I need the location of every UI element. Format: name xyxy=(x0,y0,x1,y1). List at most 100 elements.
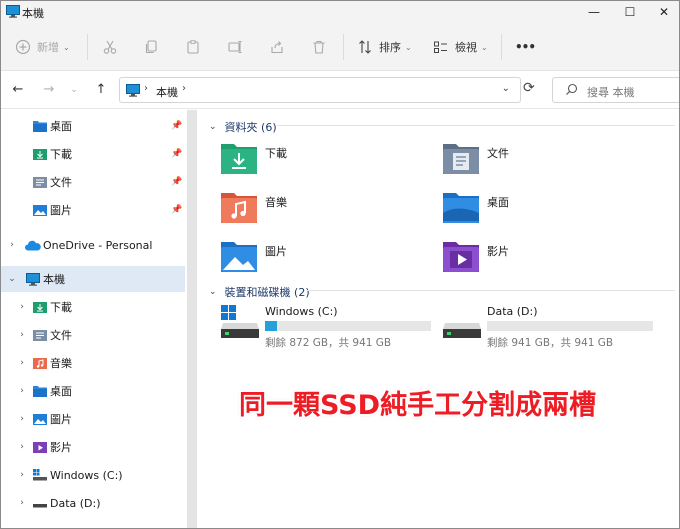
sidebar-item-desktop[interactable]: › 桌面 xyxy=(1,378,185,404)
this-pc-icon xyxy=(126,84,140,97)
pin-icon[interactable]: 📌 xyxy=(171,205,182,215)
expand-chevron-icon[interactable]: › xyxy=(17,442,27,452)
drive-tile-c[interactable]: Windows (C:) 剩餘 872 GB，共 941 GB xyxy=(221,305,441,365)
close-button[interactable]: ✕ xyxy=(653,1,675,23)
expand-chevron-icon[interactable]: › xyxy=(17,302,27,312)
desktop-folder-icon xyxy=(33,121,47,132)
pin-icon[interactable]: 📌 xyxy=(171,177,182,187)
collapse-chevron-icon[interactable]: ⌄ xyxy=(209,122,217,132)
folder-tile-music[interactable]: 音樂 xyxy=(221,191,421,231)
sidebar-item-desktop[interactable]: 桌面 📌 xyxy=(1,113,185,139)
pin-icon[interactable]: 📌 xyxy=(171,121,182,131)
up-arrow-icon[interactable]: ↑ xyxy=(92,81,110,99)
delete-button[interactable] xyxy=(311,37,327,57)
scissors-icon xyxy=(103,40,117,54)
new-label: 新增 xyxy=(37,41,59,54)
toolbar-divider xyxy=(343,34,344,60)
sidebar-item-pictures[interactable]: › 圖片 xyxy=(1,406,185,432)
sidebar-item-drive-d[interactable]: › Data (D:) xyxy=(1,490,185,516)
drive-space-info: 剩餘 872 GB，共 941 GB xyxy=(265,337,392,349)
chevron-down-icon: ⌄ xyxy=(405,42,412,52)
drives-group-label: 裝置和磁碟機 (2) xyxy=(224,286,310,299)
folders-group-header[interactable]: ⌄ 資料夾 (6) xyxy=(209,119,277,135)
folder-tile-pictures[interactable]: 圖片 xyxy=(221,240,421,280)
expand-chevron-icon[interactable]: › xyxy=(17,498,27,508)
sidebar-item-pictures[interactable]: 圖片 📌 xyxy=(1,197,185,223)
folder-tile-desktop[interactable]: 桌面 xyxy=(443,191,643,231)
sidebar-item-label: 文件 xyxy=(50,176,72,189)
cut-button[interactable] xyxy=(102,37,118,57)
breadcrumb-this-pc[interactable]: 本機 xyxy=(156,84,178,100)
sidebar-item-documents[interactable]: › 文件 xyxy=(1,322,185,348)
address-bar[interactable]: › 本機 › ⌄ xyxy=(119,77,521,103)
drive-usage-bar xyxy=(487,321,653,331)
folder-tile-downloads[interactable]: 下載 xyxy=(221,142,421,182)
folder-tile-videos[interactable]: 影片 xyxy=(443,240,643,280)
collapse-chevron-icon[interactable]: ⌄ xyxy=(209,287,217,297)
sidebar-item-drive-c[interactable]: › Windows (C:) xyxy=(1,462,185,488)
drive-icon xyxy=(33,504,47,508)
downloads-folder-icon xyxy=(33,302,47,313)
folder-label: 圖片 xyxy=(265,245,287,258)
expand-chevron-icon[interactable]: › xyxy=(17,358,27,368)
sort-button[interactable]: 排序 ⌄ xyxy=(357,37,412,57)
expand-chevron-icon[interactable]: › xyxy=(17,414,27,424)
plus-circle-icon xyxy=(15,39,31,55)
recent-locations-chevron-icon[interactable]: ⌄ xyxy=(65,81,83,99)
music-folder-icon xyxy=(33,358,47,369)
folder-label: 文件 xyxy=(487,147,509,160)
sidebar-item-downloads[interactable]: › 下載 xyxy=(1,294,185,320)
sidebar-item-documents[interactable]: 文件 📌 xyxy=(1,169,185,195)
chevron-down-icon: ⌄ xyxy=(63,42,70,52)
share-button[interactable] xyxy=(269,37,285,57)
view-button[interactable]: 檢視 ⌄ xyxy=(433,37,488,57)
breadcrumb-chevron-icon[interactable]: › xyxy=(182,83,186,94)
pictures-folder-icon xyxy=(221,242,257,272)
drive-name: Data (D:) xyxy=(487,305,538,318)
folder-label: 音樂 xyxy=(265,196,287,209)
documents-folder-icon xyxy=(33,177,47,188)
minimize-button[interactable]: — xyxy=(583,1,605,23)
copy-button[interactable] xyxy=(143,37,159,57)
folder-label: 影片 xyxy=(487,245,509,258)
expand-chevron-icon[interactable]: › xyxy=(17,386,27,396)
rename-button[interactable] xyxy=(227,37,243,57)
sidebar-item-videos[interactable]: › 影片 xyxy=(1,434,185,460)
breadcrumb-chevron-icon[interactable]: › xyxy=(144,83,148,94)
maximize-button[interactable]: ☐ xyxy=(619,1,641,23)
pin-icon[interactable]: 📌 xyxy=(171,149,182,159)
expand-chevron-icon[interactable]: › xyxy=(7,240,17,250)
forward-arrow-icon[interactable]: → xyxy=(40,81,58,99)
sidebar-item-music[interactable]: › 音樂 xyxy=(1,350,185,376)
search-box[interactable]: 搜尋 本機 xyxy=(552,77,679,103)
sort-icon xyxy=(359,40,371,54)
paste-button[interactable] xyxy=(185,37,201,57)
sidebar-item-label: 音樂 xyxy=(50,357,72,370)
sidebar-item-label: 圖片 xyxy=(50,413,72,426)
overlay-caption: 同一顆SSD純手工分割成兩槽 xyxy=(239,390,597,421)
sidebar-item-label: 桌面 xyxy=(50,120,72,133)
drives-group-header[interactable]: ⌄ 裝置和磁碟機 (2) xyxy=(209,284,310,300)
new-button[interactable]: 新增 ⌄ xyxy=(15,37,70,57)
sidebar-item-label: 影片 xyxy=(50,441,72,454)
drive-tile-d[interactable]: Data (D:) 剩餘 941 GB，共 941 GB xyxy=(443,305,663,365)
address-history-chevron-icon[interactable]: ⌄ xyxy=(502,83,510,94)
refresh-icon[interactable]: ⟳ xyxy=(523,80,535,96)
back-arrow-icon[interactable]: ← xyxy=(9,81,27,99)
this-pc-icon xyxy=(26,272,40,286)
collapse-chevron-icon[interactable]: ⌄ xyxy=(7,274,17,284)
toolbar-divider xyxy=(87,34,88,60)
see-more-button[interactable]: ••• xyxy=(515,37,536,57)
drive-icon xyxy=(443,323,481,338)
search-icon xyxy=(566,83,578,95)
expand-chevron-icon[interactable]: › xyxy=(17,330,27,340)
folder-tile-documents[interactable]: 文件 xyxy=(443,142,643,182)
sidebar-item-onedrive[interactable]: › OneDrive - Personal xyxy=(1,232,185,258)
sidebar-item-label: OneDrive - Personal xyxy=(43,238,153,252)
expand-chevron-icon[interactable]: › xyxy=(17,470,27,480)
this-pc-icon xyxy=(6,5,20,18)
drive-usage-fill xyxy=(265,321,277,331)
sidebar-item-this-pc[interactable]: ⌄ 本機 xyxy=(1,266,185,292)
sidebar-item-downloads[interactable]: 下載 📌 xyxy=(1,141,185,167)
pane-divider-scrollbar[interactable] xyxy=(187,110,197,528)
